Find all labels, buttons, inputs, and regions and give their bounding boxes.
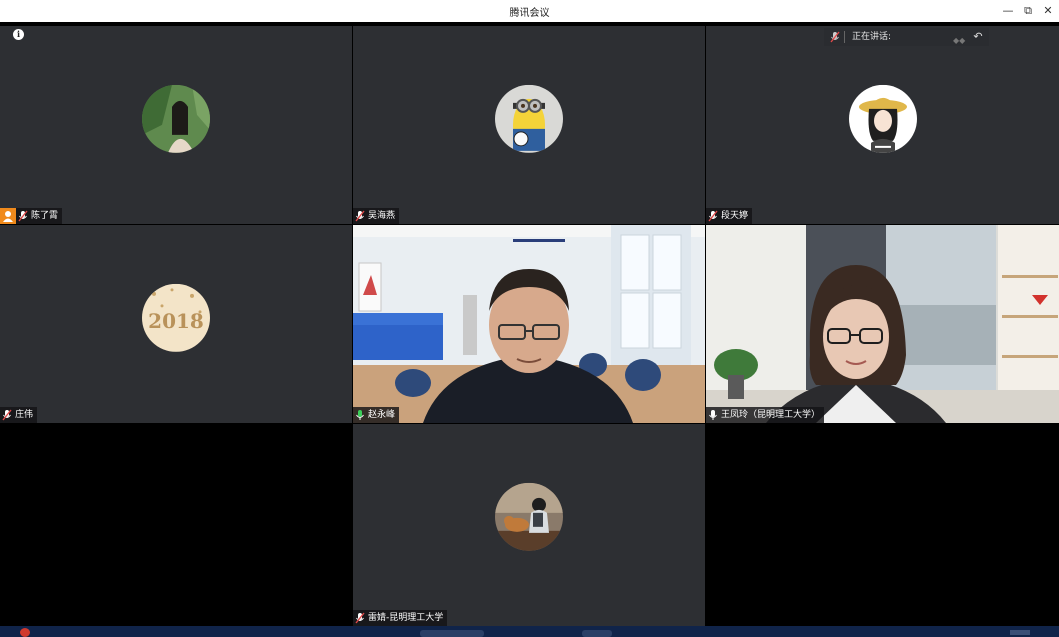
- muted-mic-icon: [2, 409, 12, 421]
- participant-tile[interactable]: 雷婧-昆明理工大学: [353, 424, 705, 626]
- taskbar: [0, 626, 1059, 637]
- nameplate: 陈了霄: [16, 208, 63, 224]
- restore-icon: ⧉: [1024, 4, 1032, 17]
- muted-mic-icon: [830, 31, 840, 43]
- participant-name: 吴海燕: [368, 211, 396, 221]
- close-icon: ✕: [1043, 4, 1053, 17]
- participant-tile[interactable]: 正在讲话: ◆◆ ↶ 段天婷: [706, 26, 1059, 224]
- taskbar-item[interactable]: [582, 630, 612, 637]
- close-button[interactable]: ✕: [1040, 3, 1056, 19]
- participant-name: 雷婧-昆明理工大学: [368, 613, 444, 623]
- speaking-label: 正在讲话:: [852, 32, 892, 42]
- participant-name: 庄伟: [15, 410, 34, 420]
- video-grid: i 陈了霄 吴海燕 正在讲话: ◆◆ ↶ 段天婷 2018 庄伟 赵永峰 王凤玲…: [0, 26, 1059, 626]
- participant-name: 段天婷: [721, 211, 749, 221]
- participant-video: [706, 225, 1059, 423]
- nameplate: 雷婧-昆明理工大学: [353, 610, 448, 626]
- muted-mic-icon: [355, 210, 365, 222]
- nameplate: 赵永峰: [353, 407, 400, 423]
- nameplate: 王凤玲（昆明理工大学）: [706, 407, 825, 423]
- active-mic-icon: [709, 410, 717, 420]
- avatar: [495, 84, 563, 153]
- host-icon: [0, 208, 16, 224]
- taskbar-clock: [1010, 630, 1030, 635]
- avatar: [142, 84, 210, 153]
- participant-video: [353, 225, 705, 423]
- participant-video-tile[interactable]: 赵永峰: [353, 225, 705, 423]
- participant-video-tile[interactable]: 王凤玲（昆明理工大学）: [706, 225, 1059, 423]
- info-icon[interactable]: i: [13, 29, 24, 40]
- muted-mic-icon: [355, 612, 365, 624]
- nameplate: 庄伟: [0, 407, 38, 423]
- speaking-indicator: 正在讲话: ◆◆ ↶: [824, 28, 989, 46]
- participant-name: 王凤玲（昆明理工大学）: [721, 410, 821, 420]
- empty-tile: [706, 424, 1059, 626]
- participant-tile[interactable]: 吴海燕: [353, 26, 705, 224]
- participant-name: 陈了霄: [31, 211, 59, 221]
- title-bar: 腾讯会议 — ⧉ ✕: [0, 0, 1059, 23]
- collapse-arrow-icon[interactable]: ↶: [971, 28, 985, 46]
- participant-tile[interactable]: 2018 庄伟: [0, 225, 352, 423]
- avatar: [848, 84, 917, 153]
- participant-tile[interactable]: i 陈了霄: [0, 26, 352, 224]
- nameplate: 吴海燕: [353, 208, 400, 224]
- nameplate: 段天婷: [706, 208, 753, 224]
- audio-wave-icon: ◆◆: [953, 36, 966, 45]
- minimize-button[interactable]: —: [1000, 3, 1016, 19]
- svg-text:2018: 2018: [148, 309, 204, 333]
- participant-name: 赵永峰: [368, 410, 396, 420]
- empty-tile: [0, 424, 352, 626]
- muted-mic-icon: [18, 210, 28, 222]
- divider: [844, 31, 845, 43]
- active-mic-icon: [356, 410, 364, 420]
- avatar: 2018: [142, 283, 210, 352]
- app-icon[interactable]: [20, 628, 30, 637]
- restore-button[interactable]: ⧉: [1020, 3, 1036, 19]
- muted-mic-icon: [708, 210, 718, 222]
- avatar: [495, 482, 563, 551]
- window-title: 腾讯会议: [509, 8, 550, 19]
- minimize-icon: —: [1002, 4, 1014, 17]
- taskbar-item[interactable]: [420, 630, 484, 637]
